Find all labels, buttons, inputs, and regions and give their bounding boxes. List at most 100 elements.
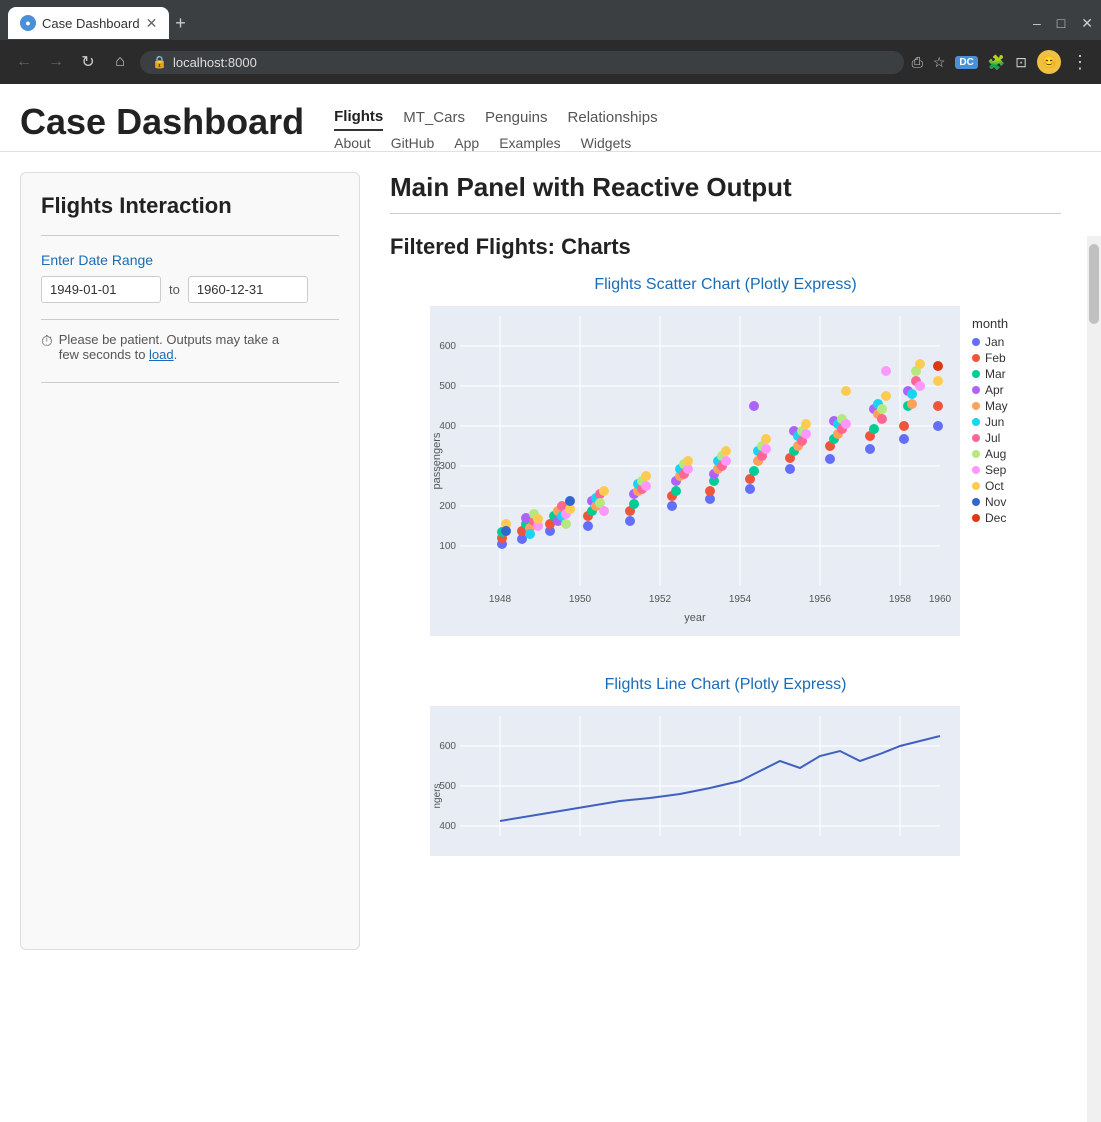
profile-badge[interactable]: DC bbox=[955, 56, 977, 69]
scatter-chart-container: 100 200 300 400 500 600 1948 1950 1952 1… bbox=[390, 306, 960, 636]
nav-flights[interactable]: Flights bbox=[334, 104, 383, 131]
share-icon[interactable]: ⎙ bbox=[912, 54, 923, 71]
legend-label-oct: Oct bbox=[985, 479, 1004, 493]
svg-text:400: 400 bbox=[439, 821, 456, 832]
legend-dot-jan bbox=[972, 338, 980, 346]
tab-favicon-icon: ● bbox=[20, 15, 36, 31]
layout-icon[interactable]: ⊡ bbox=[1015, 54, 1027, 71]
scrollbar-track[interactable] bbox=[1087, 236, 1101, 1122]
secure-icon: 🔒 bbox=[152, 55, 167, 69]
main-content: Flights Interaction Enter Date Range to … bbox=[0, 152, 1101, 970]
legend-label-apr: Apr bbox=[985, 383, 1004, 397]
legend-dot-aug bbox=[972, 450, 980, 458]
refresh-button[interactable]: ↻ bbox=[76, 52, 100, 72]
legend-dec: Dec bbox=[972, 511, 1030, 525]
nav-app[interactable]: App bbox=[454, 135, 479, 151]
legend-label-nov: Nov bbox=[985, 495, 1006, 509]
svg-text:ngers: ngers bbox=[432, 783, 443, 808]
nav-github[interactable]: GitHub bbox=[391, 135, 435, 151]
legend-jul: Jul bbox=[972, 431, 1030, 445]
svg-text:100: 100 bbox=[439, 541, 456, 552]
svg-text:500: 500 bbox=[439, 381, 456, 392]
legend-dot-nov bbox=[972, 498, 980, 506]
browser-toolbar: ⎙ ☆ DC 🧩 ⊡ 😊 ⋮ bbox=[912, 50, 1089, 74]
legend-mar: Mar bbox=[972, 367, 1030, 381]
date-range-label: Enter Date Range bbox=[41, 252, 339, 268]
app-nav: Flights MT_Cars Penguins Relationships A… bbox=[334, 100, 657, 151]
nav-penguins[interactable]: Penguins bbox=[485, 105, 548, 130]
app-header: Case Dashboard Flights MT_Cars Penguins … bbox=[0, 84, 1101, 152]
sidebar-note: ⏱ Please be patient. Outputs may take a … bbox=[41, 332, 339, 362]
legend-label-aug: Aug bbox=[985, 447, 1006, 461]
svg-text:200: 200 bbox=[439, 501, 456, 512]
legend-dot-sep bbox=[972, 466, 980, 474]
legend-label-may: May bbox=[985, 399, 1008, 413]
svg-text:600: 600 bbox=[439, 341, 456, 352]
forward-button[interactable]: → bbox=[44, 53, 68, 71]
panel-title: Main Panel with Reactive Output bbox=[390, 172, 1061, 203]
browser-tab[interactable]: ● Case Dashboard ✕ bbox=[8, 7, 169, 39]
chart-legend: month Jan Feb Mar Apr bbox=[960, 306, 1030, 636]
legend-title: month bbox=[972, 316, 1030, 331]
browser-menu-icon[interactable]: ⋮ bbox=[1071, 52, 1089, 73]
legend-label-jan: Jan bbox=[985, 335, 1004, 349]
nav-about[interactable]: About bbox=[334, 135, 371, 151]
note-text: Please be patient. Outputs may take a fe… bbox=[59, 332, 279, 362]
legend-feb: Feb bbox=[972, 351, 1030, 365]
date-start-input[interactable] bbox=[41, 276, 161, 303]
bookmark-icon[interactable]: ☆ bbox=[933, 54, 946, 71]
svg-text:600: 600 bbox=[439, 741, 456, 752]
url-text: localhost:8000 bbox=[173, 55, 257, 70]
svg-text:passengers: passengers bbox=[431, 432, 443, 489]
svg-text:1952: 1952 bbox=[649, 594, 672, 605]
svg-text:1958: 1958 bbox=[889, 594, 912, 605]
tab-title: Case Dashboard bbox=[42, 16, 140, 31]
legend-label-dec: Dec bbox=[985, 511, 1006, 525]
new-tab-button[interactable]: + bbox=[175, 13, 186, 34]
nav-widgets[interactable]: Widgets bbox=[581, 135, 632, 151]
nav-relationships[interactable]: Relationships bbox=[568, 105, 658, 130]
scatter-chart-svg: 100 200 300 400 500 600 1948 1950 1952 1… bbox=[430, 306, 960, 636]
home-button[interactable]: ⌂ bbox=[108, 53, 132, 71]
legend-dot-mar bbox=[972, 370, 980, 378]
legend-jan: Jan bbox=[972, 335, 1030, 349]
nav-mt-cars[interactable]: MT_Cars bbox=[403, 105, 465, 130]
date-end-input[interactable] bbox=[188, 276, 308, 303]
back-button[interactable]: ← bbox=[12, 53, 36, 71]
legend-may: May bbox=[972, 399, 1030, 413]
url-bar[interactable]: 🔒 localhost:8000 bbox=[140, 51, 904, 74]
section-title: Filtered Flights: Charts bbox=[390, 234, 1061, 260]
window-controls: – □ ✕ bbox=[1033, 15, 1093, 32]
app-title: Case Dashboard bbox=[20, 100, 304, 143]
legend-aug: Aug bbox=[972, 447, 1030, 461]
legend-dot-may bbox=[972, 402, 980, 410]
legend-dot-oct bbox=[972, 482, 980, 490]
svg-text:1960: 1960 bbox=[929, 594, 952, 605]
legend-label-jul: Jul bbox=[985, 431, 1000, 445]
svg-text:1950: 1950 bbox=[569, 594, 592, 605]
legend-dot-feb bbox=[972, 354, 980, 362]
legend-label-feb: Feb bbox=[985, 351, 1006, 365]
legend-label-sep: Sep bbox=[985, 463, 1006, 477]
line-chart-wrapper: 400 500 600 ngers bbox=[390, 706, 1061, 856]
note-icon: ⏱ bbox=[41, 333, 53, 350]
extensions-icon[interactable]: 🧩 bbox=[988, 54, 1005, 71]
svg-text:400: 400 bbox=[439, 421, 456, 432]
line-chart-title: Flights Line Chart (Plotly Express) bbox=[390, 676, 1061, 694]
line-chart-svg: 400 500 600 ngers bbox=[430, 706, 960, 856]
avatar[interactable]: 😊 bbox=[1037, 50, 1061, 74]
legend-dot-dec bbox=[972, 514, 980, 522]
nav-examples[interactable]: Examples bbox=[499, 135, 560, 151]
tab-close-icon[interactable]: ✕ bbox=[146, 15, 158, 32]
legend-label-mar: Mar bbox=[985, 367, 1006, 381]
scatter-chart-title: Flights Scatter Chart (Plotly Express) bbox=[390, 276, 1061, 294]
svg-text:year: year bbox=[684, 612, 706, 624]
scrollbar-thumb[interactable] bbox=[1089, 244, 1099, 324]
legend-label-jun: Jun bbox=[985, 415, 1004, 429]
scatter-chart-wrapper: 100 200 300 400 500 600 1948 1950 1952 1… bbox=[390, 306, 1061, 636]
legend-jun: Jun bbox=[972, 415, 1030, 429]
svg-text:1948: 1948 bbox=[489, 594, 512, 605]
legend-dot-jul bbox=[972, 434, 980, 442]
legend-dot-jun bbox=[972, 418, 980, 426]
date-separator: to bbox=[169, 282, 180, 297]
